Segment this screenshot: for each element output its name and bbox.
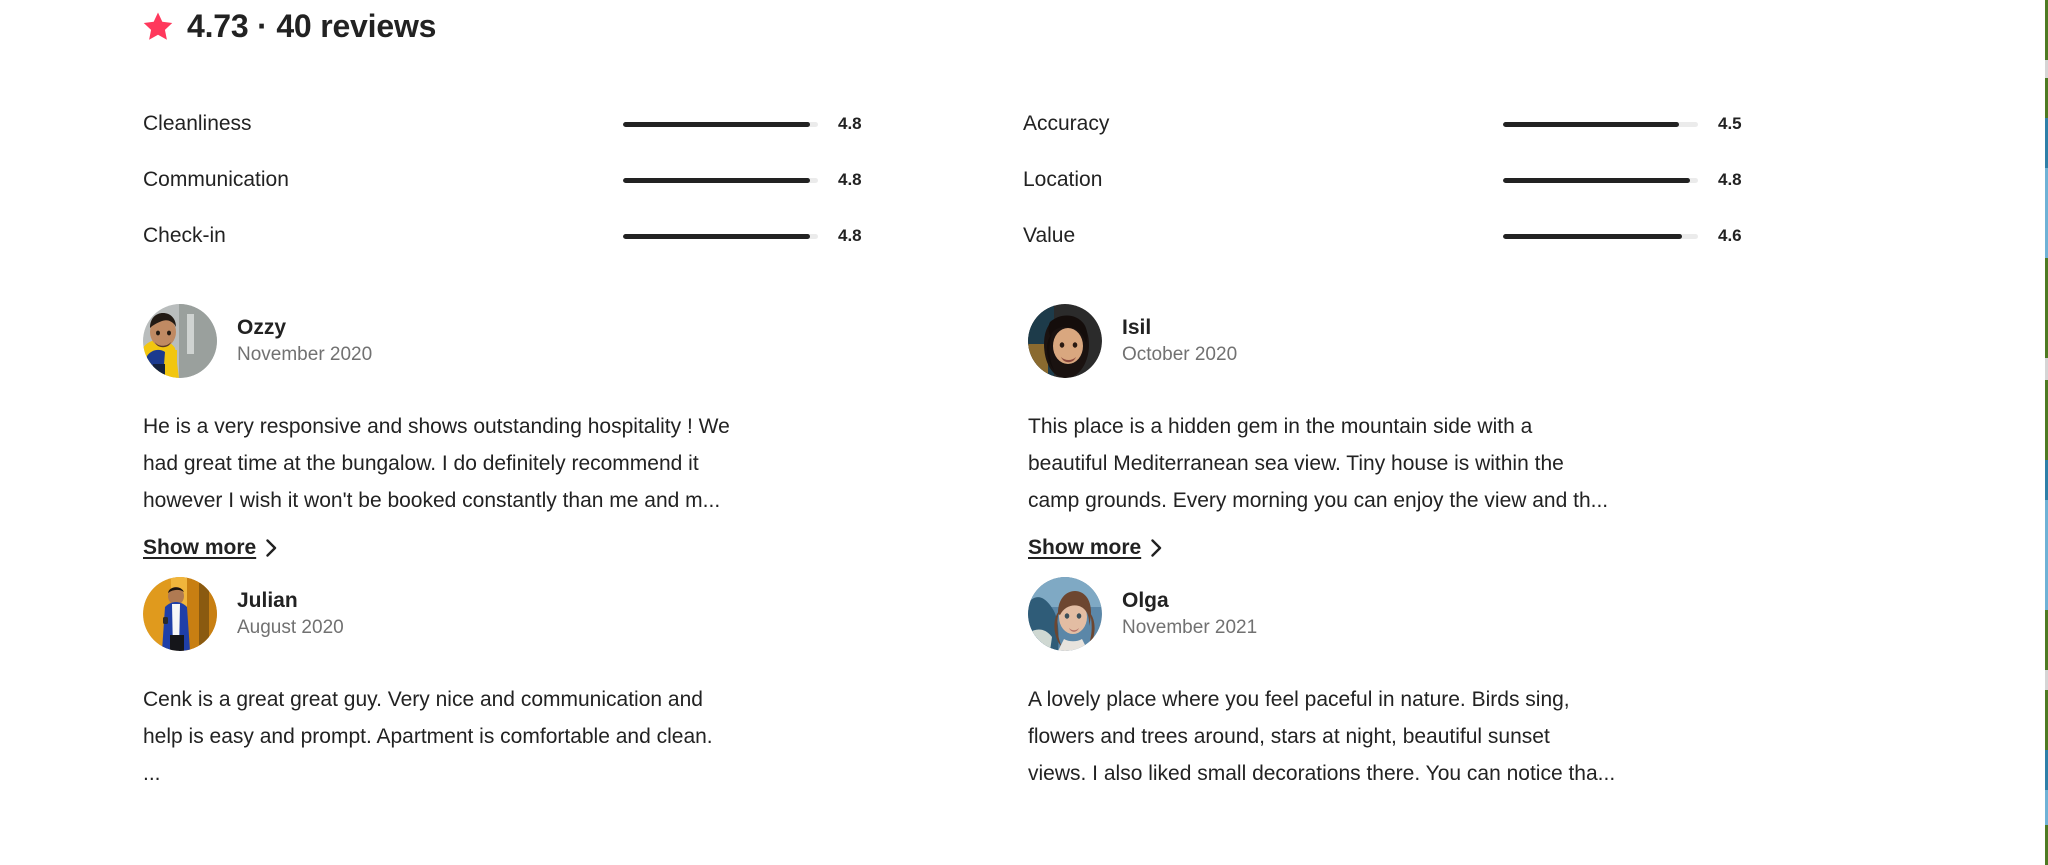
review-header: Julian August 2020: [143, 573, 903, 655]
star-icon: [143, 12, 173, 40]
review-text-line: however I wish it won't be booked consta…: [143, 489, 721, 512]
review-header: Isil October 2020: [1028, 300, 1788, 382]
rating-bar: [623, 233, 818, 239]
review-date: August 2020: [237, 617, 344, 638]
review-text-line: He is a very responsive and shows outsta…: [143, 415, 730, 438]
rating-row-communication: Communication 4.8: [143, 152, 873, 208]
avatar-julian[interactable]: [143, 577, 217, 651]
avatar-olga[interactable]: [1028, 577, 1102, 651]
page-title: 4.73 · 40 reviews: [187, 8, 437, 44]
review-item: Julian August 2020 Cenk is a great great…: [143, 573, 903, 804]
review-text: This place is a hidden gem in the mounta…: [1028, 408, 1768, 519]
rating-score: 4.8: [838, 170, 862, 189]
review-text: He is a very responsive and shows outsta…: [143, 408, 883, 519]
avatar-image: [143, 304, 217, 378]
rating-label: Check-in: [143, 224, 226, 247]
review-date: October 2020: [1122, 344, 1238, 365]
review-text-line: beautiful Mediterranean sea view. Tiny h…: [1028, 452, 1564, 475]
rating-label: Communication: [143, 168, 289, 191]
reviewer-name: Julian: [237, 589, 298, 612]
review-text-line: had great time at the bungalow. I do def…: [143, 452, 699, 475]
review-meta: Ozzy November 2020: [237, 315, 372, 367]
review-text-line: A lovely place where you feel paceful in…: [1028, 688, 1570, 711]
review-date: November 2021: [1122, 617, 1258, 638]
review-text-line: help is easy and prompt. Apartment is co…: [143, 725, 713, 748]
rating-bar-fill: [623, 233, 811, 239]
review-meta: Julian August 2020: [237, 588, 344, 640]
reviews-list: Ozzy November 2020 He is a very responsi…: [143, 300, 1913, 804]
review-text-line: This place is a hidden gem in the mounta…: [1028, 415, 1533, 438]
rating-label: Value: [1023, 224, 1076, 247]
edge-photo-sliver: [2040, 0, 2048, 865]
rating-score: 4.8: [838, 226, 862, 245]
rating-bar-fill: [623, 177, 811, 183]
rating-label: Location: [1023, 168, 1103, 191]
chevron-right-icon: [1151, 539, 1162, 557]
rating-score: 4.5: [1718, 114, 1742, 133]
rating-label: Accuracy: [1023, 112, 1110, 135]
rating-bar: [1503, 233, 1698, 239]
show-more-link[interactable]: Show more: [143, 535, 278, 561]
rating-score: 4.8: [1718, 170, 1742, 189]
review-date: November 2020: [237, 344, 373, 365]
rating-row-value: Value 4.6: [1023, 208, 1753, 264]
rating-bar: [623, 121, 818, 127]
review-item: Ozzy November 2020 He is a very responsi…: [143, 300, 903, 573]
category-ratings: Cleanliness 4.8 Accuracy 4.5 Communicati…: [143, 96, 1887, 264]
review-header: Olga November 2021: [1028, 573, 1788, 655]
page-edge-media-strip: [2040, 0, 2048, 865]
avatar-ozzy[interactable]: [143, 304, 217, 378]
rating-bar: [623, 177, 818, 183]
avatar-image: [1028, 304, 1102, 378]
reviewer-name: Isil: [1122, 316, 1152, 339]
review-header: Ozzy November 2020: [143, 300, 903, 382]
review-text: Cenk is a great great guy. Very nice and…: [143, 681, 883, 792]
review-text-line: camp grounds. Every morning you can enjo…: [1028, 489, 1609, 512]
review-text-line: views. I also liked small decorations th…: [1028, 762, 1616, 785]
review-text: A lovely place where you feel paceful in…: [1028, 681, 1768, 792]
rating-bar-fill: [1503, 177, 1691, 183]
review-item: Isil October 2020 This place is a hidden…: [1028, 300, 1788, 573]
show-more-label: Show more: [1028, 536, 1142, 559]
avatar-image: [143, 577, 217, 651]
review-text-line: ...: [143, 762, 161, 785]
rating-row-checkin: Check-in 4.8: [143, 208, 873, 264]
review-item: Olga November 2021 A lovely place where …: [1028, 573, 1788, 804]
avatar-image: [1028, 577, 1102, 651]
review-text-line: Cenk is a great great guy. Very nice and…: [143, 688, 703, 711]
rating-score: 4.6: [1718, 226, 1742, 245]
rating-bar: [1503, 177, 1698, 183]
rating-row-accuracy: Accuracy 4.5: [1023, 96, 1753, 152]
avatar-isil[interactable]: [1028, 304, 1102, 378]
reviewer-name: Ozzy: [237, 316, 287, 339]
reviews-header: 4.73 · 40 reviews: [143, 8, 436, 44]
review-meta: Olga November 2021: [1122, 588, 1257, 640]
reviewer-name: Olga: [1122, 589, 1169, 612]
show-more-link[interactable]: Show more: [1028, 535, 1163, 561]
rating-bar-fill: [1503, 121, 1679, 127]
rating-bar-fill: [1503, 233, 1683, 239]
rating-label: Cleanliness: [143, 112, 252, 135]
review-meta: Isil October 2020: [1122, 315, 1237, 367]
rating-bar: [1503, 121, 1698, 127]
rating-row-cleanliness: Cleanliness 4.8: [143, 96, 873, 152]
reviews-section: 4.73 · 40 reviews Cleanliness 4.8 Accura…: [0, 0, 2048, 865]
rating-score: 4.8: [838, 114, 862, 133]
show-more-label: Show more: [143, 536, 257, 559]
rating-row-location: Location 4.8: [1023, 152, 1753, 208]
review-text-line: flowers and trees around, stars at night…: [1028, 725, 1550, 748]
rating-bar-fill: [623, 121, 811, 127]
chevron-right-icon: [266, 539, 277, 557]
